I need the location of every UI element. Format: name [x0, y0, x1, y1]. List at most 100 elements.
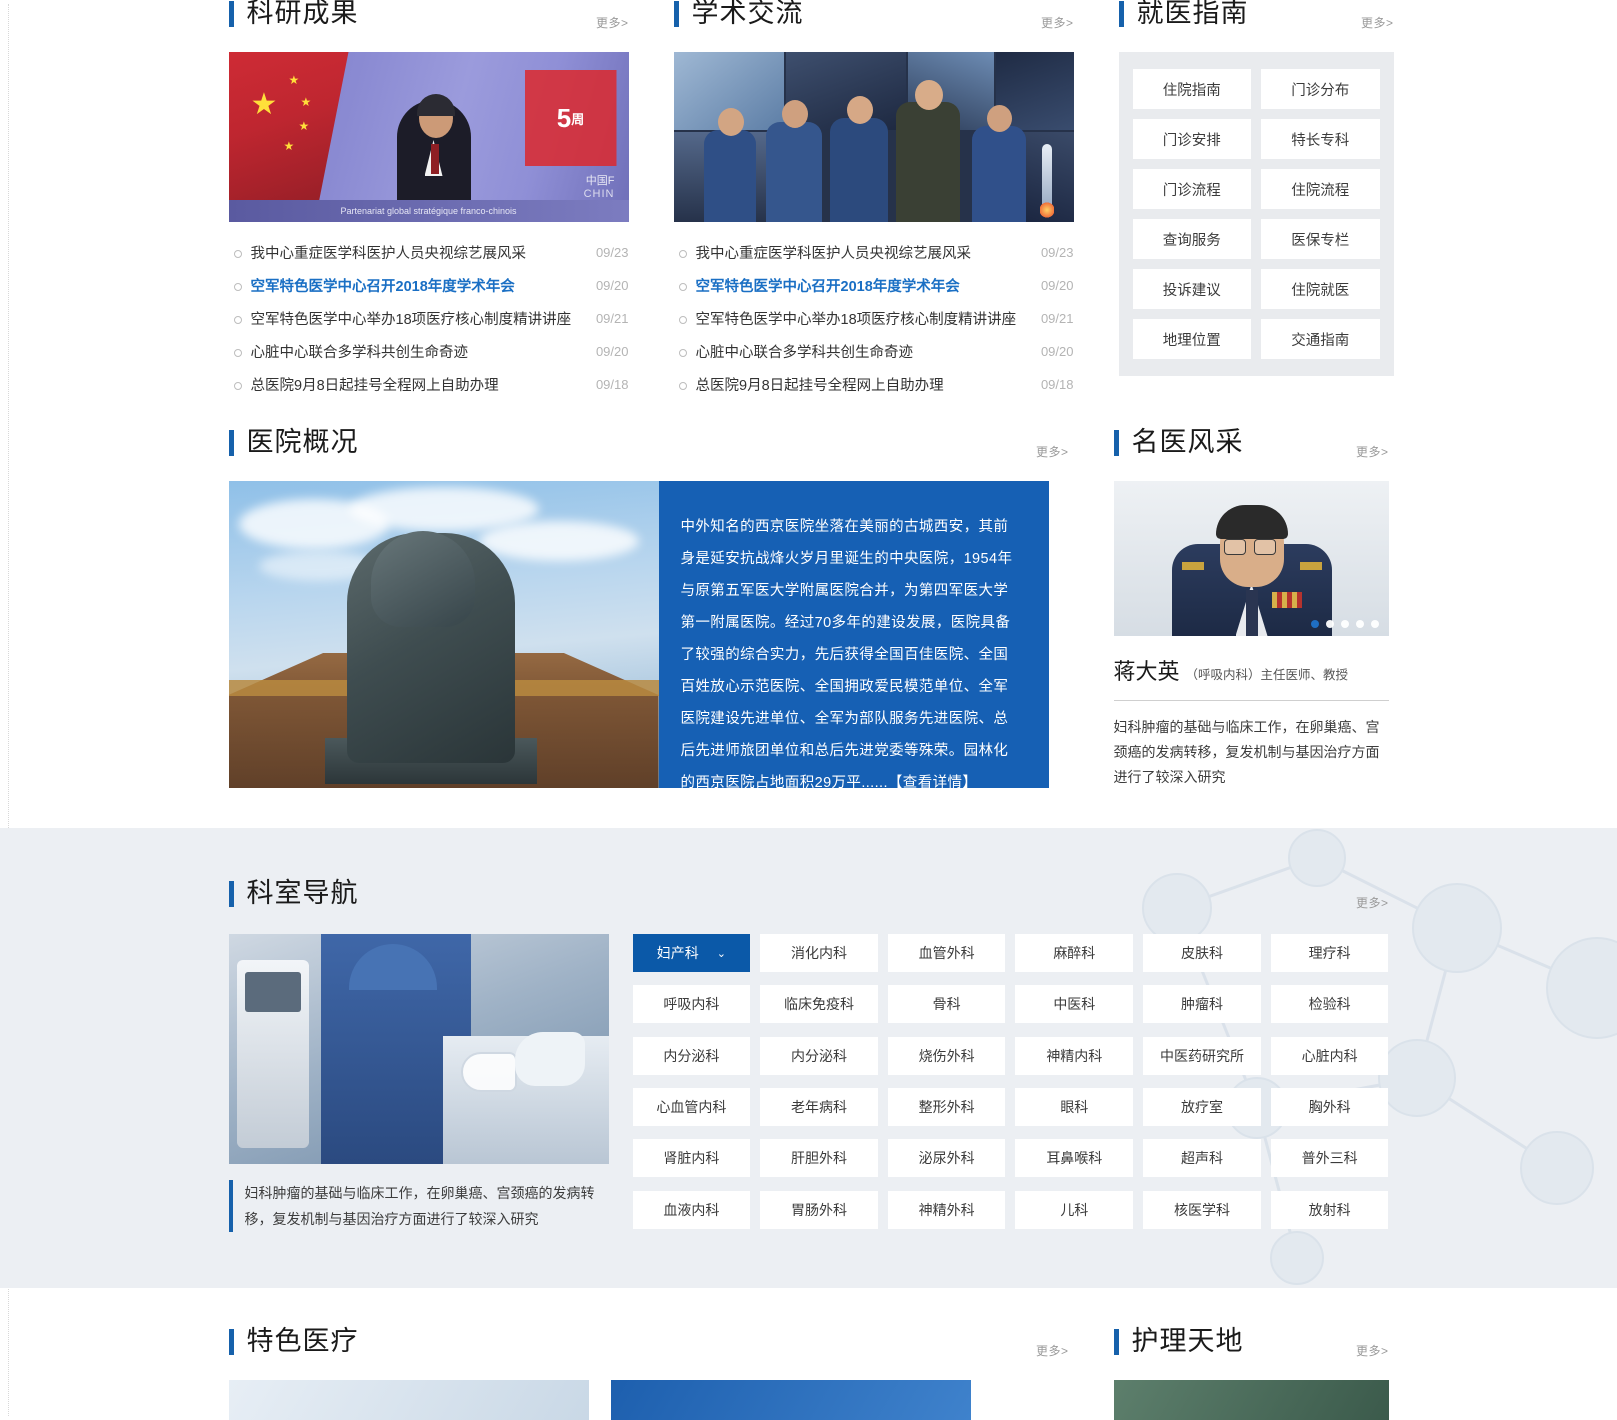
guide-button-inpatient-guide[interactable]: 住院指南: [1132, 69, 1251, 109]
department-button[interactable]: 心血管内科: [632, 1087, 751, 1126]
department-button[interactable]: 骨科: [887, 985, 1006, 1024]
news-title: 总医院9月8日起挂号全程网上自助办理: [695, 378, 944, 394]
overview-more-link[interactable]: 更多>: [1036, 443, 1069, 460]
special-care-card[interactable]: [228, 1380, 589, 1420]
guide-button-inpatient-visit[interactable]: 住院就医: [1261, 269, 1380, 309]
news-date: 09/21: [1040, 311, 1074, 326]
overview-photo[interactable]: [228, 481, 659, 788]
nursing-card[interactable]: [1113, 1380, 1389, 1420]
cloud-graphic: [478, 521, 639, 561]
department-button[interactable]: 烧伤外科: [887, 1036, 1006, 1075]
news-item[interactable]: 空军特色医学中心举办18项医疗核心制度精讲讲座 09/21: [674, 302, 1074, 335]
news-item[interactable]: 我中心重症医学科医护人员央视综艺展风采 09/23: [674, 236, 1074, 269]
carousel-dot-2[interactable]: [1325, 620, 1334, 628]
nursing-title: 护理天地: [1113, 1328, 1244, 1355]
department-button[interactable]: 整形外科: [887, 1087, 1006, 1126]
news-item[interactable]: 空军特色医学中心召开2018年度学术年会 09/20: [674, 269, 1074, 302]
academic-title: 学术交流: [673, 0, 804, 27]
famous-doctor-more-link[interactable]: 更多>: [1356, 443, 1389, 460]
guide-button-outpatient-distribution[interactable]: 门诊分布: [1261, 69, 1380, 109]
research-more-link[interactable]: 更多>: [596, 14, 629, 31]
department-button[interactable]: 肾脏内科: [632, 1139, 751, 1178]
carousel-dots: [1310, 620, 1379, 628]
department-more-link[interactable]: 更多>: [1356, 894, 1389, 911]
department-button[interactable]: 中医药研究所: [1143, 1036, 1261, 1075]
department-button[interactable]: 肝胆外科: [760, 1139, 878, 1178]
guide-button-outpatient-schedule[interactable]: 门诊安排: [1132, 119, 1251, 159]
department-button[interactable]: 老年病科: [760, 1087, 878, 1126]
carousel-dot-5[interactable]: [1370, 620, 1379, 628]
title-accent-bar: [1113, 1328, 1119, 1355]
department-button[interactable]: 呼吸内科: [632, 985, 751, 1024]
carousel-dot-4[interactable]: [1355, 620, 1364, 628]
department-button-label: 妇产科: [656, 945, 699, 961]
department-title: 科室导航: [228, 878, 359, 908]
academic-more-link[interactable]: 更多>: [1041, 14, 1074, 31]
department-button[interactable]: 消化内科: [760, 934, 878, 972]
guide-button-inpatient-process[interactable]: 住院流程: [1261, 169, 1380, 209]
department-button[interactable]: 神精内科: [1015, 1036, 1134, 1075]
department-button[interactable]: 理疗科: [1270, 934, 1389, 972]
department-button[interactable]: 内分泌科: [760, 1036, 878, 1075]
news-item[interactable]: 总医院9月8日起挂号全程网上自助办理 09/18: [229, 368, 629, 401]
special-care-more-link[interactable]: 更多>: [1036, 1342, 1069, 1359]
department-button[interactable]: 超声科: [1143, 1139, 1261, 1178]
department-button[interactable]: 肿瘤科: [1143, 985, 1261, 1024]
news-item[interactable]: 心脏中心联合多学科共创生命奇迹 09/20: [229, 335, 629, 368]
department-button[interactable]: 临床免疫科: [760, 985, 878, 1024]
news-item[interactable]: 心脏中心联合多学科共创生命奇迹 09/20: [674, 335, 1074, 368]
carousel-dot-1[interactable]: [1310, 620, 1319, 628]
department-button[interactable]: 放射科: [1270, 1190, 1389, 1229]
overview-text[interactable]: 中外知名的西京医院坐落在美丽的古城西安，其前身是延安抗战烽火岁月里诞生的中央医院…: [658, 481, 1049, 788]
department-button[interactable]: 血管外科: [887, 934, 1006, 972]
research-photo[interactable]: ★ ★ ★ ★ ★ 5周 中国F CHIN Partenariat global…: [228, 52, 629, 222]
department-button[interactable]: 心脏内科: [1270, 1036, 1389, 1075]
guide-button-query-service[interactable]: 查询服务: [1132, 219, 1251, 259]
department-button[interactable]: 放疗室: [1143, 1087, 1261, 1126]
department-title-text: 科室导航: [246, 878, 359, 908]
special-care-card[interactable]: [610, 1380, 971, 1420]
department-button-grid: 妇产科 ⌄ 消化内科 血管外科 麻醉科 皮肤科 理疗科 呼吸内科 临床免疫科 骨…: [632, 934, 1389, 1232]
news-item[interactable]: 空军特色医学中心召开2018年度学术年会 09/20: [229, 269, 629, 302]
news-item[interactable]: 总医院9月8日起挂号全程网上自助办理 09/18: [674, 368, 1074, 401]
epaulette-graphic: [1181, 562, 1204, 570]
carousel-dot-3[interactable]: [1340, 620, 1349, 628]
department-button[interactable]: 血液内科: [632, 1190, 751, 1229]
department-button[interactable]: 耳鼻喉科: [1015, 1139, 1134, 1178]
nursing-more-link[interactable]: 更多>: [1356, 1342, 1389, 1359]
department-button[interactable]: 检验科: [1270, 985, 1389, 1024]
guide-button-complaints[interactable]: 投诉建议: [1132, 269, 1251, 309]
guide-button-insurance-column[interactable]: 医保专栏: [1261, 219, 1380, 259]
officer-head: [781, 100, 808, 128]
overview-title: 医院概况: [228, 429, 359, 456]
department-button[interactable]: 普外三科: [1270, 1139, 1389, 1178]
department-button[interactable]: 核医学科: [1143, 1190, 1261, 1229]
department-button[interactable]: 麻醉科: [1015, 934, 1134, 972]
academic-photo[interactable]: [673, 52, 1074, 222]
department-photo[interactable]: [228, 934, 609, 1164]
department-button[interactable]: 儿科: [1015, 1190, 1134, 1229]
department-button[interactable]: 胃肠外科: [760, 1190, 878, 1229]
guide-more-link[interactable]: 更多>: [1361, 14, 1394, 31]
doctor-title-meta: （呼吸内科）主任医师、教授: [1185, 668, 1349, 682]
guide-button-location[interactable]: 地理位置: [1132, 319, 1251, 359]
department-button[interactable]: 中医科: [1015, 985, 1134, 1024]
guide-button-specialty-clinic[interactable]: 特长专科: [1261, 119, 1380, 159]
department-button-selected[interactable]: 妇产科 ⌄: [632, 934, 751, 972]
department-button[interactable]: 神精外科: [887, 1190, 1006, 1229]
department-button[interactable]: 眼科: [1015, 1087, 1134, 1126]
guide-button-transport[interactable]: 交通指南: [1261, 319, 1380, 359]
guide-button-outpatient-process[interactable]: 门诊流程: [1132, 169, 1251, 209]
rocket-flame-graphic: [1039, 202, 1054, 218]
doctor-portrait[interactable]: [1113, 481, 1389, 636]
glasses-icon: [1253, 539, 1276, 555]
department-button[interactable]: 泌尿外科: [887, 1139, 1006, 1178]
speaker-hair-graphic: [416, 94, 455, 116]
department-button[interactable]: 内分泌科: [632, 1036, 751, 1075]
news-item[interactable]: 空军特色医学中心举办18项医疗核心制度精讲讲座 09/21: [229, 302, 629, 335]
department-button[interactable]: 胸外科: [1270, 1087, 1389, 1126]
guide-section-header: 就医指南 更多>: [1118, 0, 1394, 44]
gloved-hand-graphic: [514, 1032, 585, 1086]
news-item[interactable]: 我中心重症医学科医护人员央视综艺展风采 09/23: [229, 236, 629, 269]
department-button[interactable]: 皮肤科: [1143, 934, 1261, 972]
